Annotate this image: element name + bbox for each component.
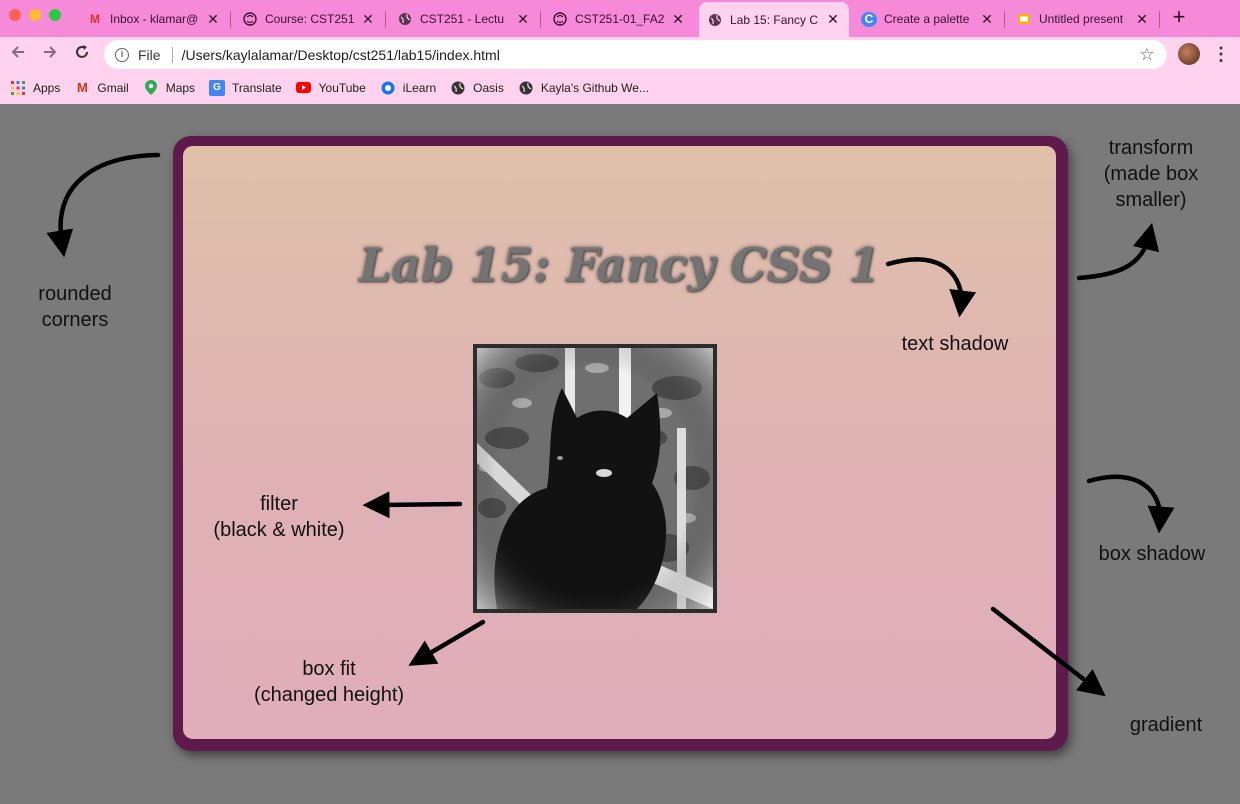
- back-button[interactable]: [7, 43, 29, 65]
- cat-image-drawing: [477, 348, 713, 609]
- browser-toolbar: i File /Users/kaylalamar/Desktop/cst251/…: [0, 37, 1240, 71]
- bookmark-label: Kayla's Github We...: [540, 80, 649, 95]
- annotation-text-shadow: text shadow: [901, 333, 1009, 355]
- google-c-icon: C: [861, 11, 877, 27]
- star-icon[interactable]: ☆: [1135, 45, 1159, 65]
- bookmark-apps[interactable]: Apps: [10, 80, 60, 96]
- scheme-label: File: [138, 46, 161, 63]
- globe-icon: [450, 80, 466, 96]
- slides-icon: [1016, 11, 1032, 27]
- cat-photo-frame: [473, 344, 717, 613]
- annotation-filter: filter (black & white): [213, 493, 345, 541]
- reload-button[interactable]: [71, 43, 93, 65]
- tab-title: Course: CST251: [265, 12, 355, 26]
- maximize-window-button[interactable]: [49, 9, 61, 21]
- tab-inbox[interactable]: M Inbox - klamar@ ✕: [79, 4, 229, 34]
- bookmark-ilearn[interactable]: iLearn: [380, 80, 436, 96]
- bookmark-youtube[interactable]: YouTube: [296, 80, 366, 96]
- profile-avatar[interactable]: [1178, 43, 1200, 65]
- tab-title: CST251 - Lectu: [420, 12, 505, 26]
- bookmark-label: iLearn: [402, 80, 437, 95]
- close-icon[interactable]: ✕: [979, 11, 995, 28]
- menu-button[interactable]: ⋮: [1212, 42, 1230, 66]
- tab-title: CST251-01_FA2: [575, 12, 665, 26]
- ilearn-brain-icon: [242, 11, 258, 27]
- bookmark-label: Maps: [165, 80, 196, 95]
- arrow-transform: [1076, 222, 1160, 281]
- globe-icon: [518, 80, 534, 96]
- tab-title: Untitled present: [1039, 12, 1124, 26]
- forward-button[interactable]: [39, 43, 61, 65]
- gradient-panel: Lab 15: Fancy CSS 1: [183, 146, 1056, 739]
- annotation-box-shadow: box shadow: [1098, 543, 1206, 565]
- bookmark-label: Gmail: [97, 80, 129, 95]
- bookmark-label: Apps: [33, 80, 61, 95]
- bookmark-maps[interactable]: Maps: [143, 80, 195, 96]
- bookmark-label: Oasis: [473, 80, 504, 95]
- tab-course[interactable]: Course: CST251 ✕: [234, 4, 384, 34]
- cat-photo: [477, 348, 713, 609]
- globe-icon: [397, 11, 413, 27]
- page-title: Lab 15: Fancy CSS 1: [358, 238, 881, 292]
- bookmark-github[interactable]: Kayla's Github We...: [518, 80, 649, 96]
- arrow-box-shadow: [1086, 474, 1175, 534]
- translate-icon: G: [209, 79, 226, 96]
- tab-lab15-active[interactable]: Lab 15: Fancy C ✕: [699, 2, 849, 37]
- close-window-button[interactable]: [9, 9, 21, 21]
- close-icon[interactable]: ✕: [670, 11, 686, 28]
- youtube-icon: [296, 80, 312, 96]
- tab-title: Inbox - klamar@: [110, 12, 199, 26]
- ilearn-brain-icon: [552, 11, 568, 27]
- minimize-window-button[interactable]: [29, 9, 41, 21]
- tab-palette[interactable]: C Create a palette ✕: [853, 4, 1003, 34]
- annotation-box-fit: box fit (changed height): [253, 658, 405, 706]
- globe-icon: [707, 12, 723, 28]
- close-icon[interactable]: ✕: [360, 11, 376, 28]
- tab-title: Lab 15: Fancy C: [730, 12, 819, 27]
- gmail-icon: M: [76, 80, 88, 95]
- bookmark-oasis[interactable]: Oasis: [450, 80, 504, 96]
- close-icon[interactable]: ✕: [515, 11, 531, 28]
- url-text[interactable]: /Users/kaylalamar/Desktop/cst251/lab15/i…: [182, 47, 1135, 63]
- arrow-rounded-corners: [46, 152, 161, 258]
- annotation-gradient: gradient: [1129, 714, 1203, 736]
- arrow-right-icon: [44, 46, 57, 58]
- tab-lecture[interactable]: CST251 - Lectu ✕: [389, 4, 539, 34]
- arrow-left-icon: [11, 46, 24, 58]
- apps-grid-icon: [10, 80, 26, 96]
- new-tab-button[interactable]: +: [1168, 6, 1190, 30]
- close-icon[interactable]: ✕: [205, 11, 221, 28]
- ilearn-icon: [380, 80, 396, 96]
- tab-slides[interactable]: Untitled present ✕: [1008, 4, 1158, 34]
- annotation-rounded-corners: rounded corners: [38, 283, 112, 331]
- bookmark-translate[interactable]: G Translate: [209, 79, 282, 96]
- maps-pin-icon: [143, 80, 159, 96]
- close-icon[interactable]: ✕: [1134, 11, 1150, 28]
- tab-cst251-fa[interactable]: CST251-01_FA2 ✕: [544, 4, 694, 34]
- address-bar[interactable]: i File /Users/kaylalamar/Desktop/cst251/…: [104, 40, 1167, 69]
- bookmark-label: Translate: [232, 80, 282, 95]
- info-icon[interactable]: i: [115, 47, 129, 62]
- tab-title: Create a palette: [884, 12, 970, 26]
- tab-strip: M Inbox - klamar@ ✕ Course: CST251 ✕ CST…: [0, 0, 1240, 37]
- bookmark-gmail[interactable]: M Gmail: [74, 80, 129, 96]
- annotation-transform: transform (made box smaller): [1103, 137, 1199, 211]
- bookmark-label: YouTube: [318, 80, 366, 95]
- close-icon[interactable]: ✕: [825, 11, 841, 28]
- bookmarks-bar: Apps M Gmail Maps G Translate YouTube iL…: [0, 71, 1240, 104]
- reload-icon: [76, 45, 88, 58]
- page-viewport: Lab 15: Fancy CSS 1 rounded corners tran…: [0, 104, 1240, 804]
- gmail-icon: M: [90, 12, 100, 26]
